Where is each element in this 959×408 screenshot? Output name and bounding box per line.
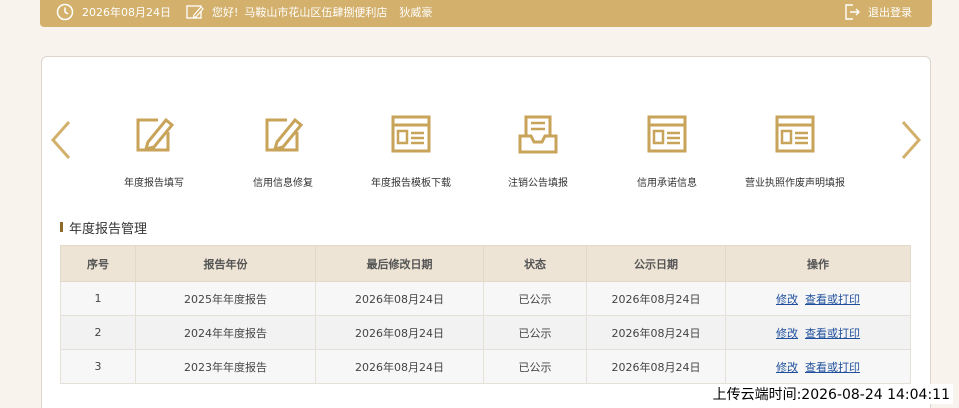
logout-icon — [844, 3, 860, 21]
user-section: 您好! 马鞍山市花山区伍肆捌便利店 狄威豪 — [186, 0, 432, 24]
user-name: 狄威豪 — [399, 6, 433, 19]
view-print-link[interactable]: 查看或打印 — [805, 361, 860, 374]
logout-button[interactable]: 退出登录 — [844, 0, 912, 24]
section-marker — [60, 222, 63, 232]
cell-modified: 2026年08月24日 — [315, 281, 484, 316]
cell-status: 已公示 — [483, 349, 587, 384]
chevron-right-icon — [901, 121, 922, 159]
cell-modified: 2026年08月24日 — [315, 349, 484, 384]
menu-item-label: 信用承诺信息 — [637, 178, 697, 189]
clock-icon — [56, 3, 74, 21]
table-header-row: 序号 报告年份 最后修改日期 状态 公示日期 操作 — [60, 245, 911, 282]
column-header-modified: 最后修改日期 — [315, 245, 484, 282]
table-row: 2 2024年年度报告 2026年08月24日 已公示 2026年08月24日 … — [60, 315, 911, 350]
table-row: 1 2025年年度报告 2026年08月24日 已公示 2026年08月24日 … — [60, 281, 911, 316]
cell-actions: 修改 查看或打印 — [725, 349, 911, 384]
menu-item-label: 年度报告模板下载 — [371, 178, 451, 189]
column-header-year: 报告年份 — [135, 245, 316, 282]
cell-year: 2023年年度报告 — [135, 349, 316, 384]
menu-item-cancellation-notice[interactable]: 注销公告填报 — [478, 112, 598, 189]
store-name: 马鞍山市花山区伍肆捌便利店 — [244, 6, 388, 19]
table-row: 3 2023年年度报告 2026年08月24日 已公示 2026年08月24日 … — [60, 349, 911, 384]
carousel-next-button[interactable] — [900, 120, 922, 164]
menu-item-label: 营业执照作废声明填报 — [745, 178, 845, 189]
cell-published: 2026年08月24日 — [586, 315, 726, 350]
date-section: 2026年08月24日 — [56, 0, 171, 24]
pen-edit-icon — [265, 117, 304, 152]
column-header-status: 状态 — [483, 245, 587, 282]
edit-link[interactable]: 修改 — [776, 361, 798, 374]
pen-edit-icon — [136, 117, 175, 152]
top-bar: 2026年08月24日 您好! 马鞍山市花山区伍肆捌便利店 狄威豪 退出登录 — [40, 0, 932, 27]
cell-year: 2025年年度报告 — [135, 281, 316, 316]
document-template-icon — [391, 115, 431, 153]
carousel-prev-button[interactable] — [50, 120, 72, 164]
document-template-icon — [775, 115, 815, 153]
edit-link[interactable]: 修改 — [776, 293, 798, 306]
document-template-icon — [647, 115, 687, 153]
upload-time: 上传云端时间:2026-08-24 14:04:11 — [709, 384, 953, 404]
chevron-left-icon — [50, 121, 71, 159]
logout-label: 退出登录 — [868, 6, 912, 19]
menu-item-label: 年度报告填写 — [124, 178, 184, 189]
menu-item-license-void-statement[interactable]: 营业执照作废声明填报 — [735, 112, 855, 189]
menu-item-credit-commitment[interactable]: 信用承诺信息 — [607, 112, 727, 189]
profile-edit-icon — [186, 4, 204, 20]
cell-actions: 修改 查看或打印 — [725, 315, 911, 350]
cell-index: 2 — [60, 315, 136, 350]
cell-actions: 修改 查看或打印 — [725, 281, 911, 316]
menu-item-label: 注销公告填报 — [508, 178, 568, 189]
view-print-link[interactable]: 查看或打印 — [805, 293, 860, 306]
greeting: 您好! — [212, 6, 239, 19]
view-print-link[interactable]: 查看或打印 — [805, 327, 860, 340]
inbox-document-icon — [518, 115, 558, 154]
header-date: 2026年08月24日 — [82, 6, 171, 19]
menu-item-template-download[interactable]: 年度报告模板下载 — [351, 112, 471, 189]
column-header-published: 公示日期 — [586, 245, 726, 282]
cell-status: 已公示 — [483, 281, 587, 316]
column-header-actions: 操作 — [725, 245, 911, 282]
cell-modified: 2026年08月24日 — [315, 315, 484, 350]
column-header-index: 序号 — [60, 245, 136, 282]
edit-link[interactable]: 修改 — [776, 327, 798, 340]
cell-year: 2024年年度报告 — [135, 315, 316, 350]
cell-published: 2026年08月24日 — [586, 281, 726, 316]
cell-published: 2026年08月24日 — [586, 349, 726, 384]
section-title-text: 年度报告管理 — [69, 221, 148, 237]
section-title: 年度报告管理 — [60, 219, 148, 237]
menu-item-credit-repair[interactable]: 信用信息修复 — [223, 112, 343, 189]
menu-item-annual-report-fill[interactable]: 年度报告填写 — [94, 112, 214, 189]
cell-index: 1 — [60, 281, 136, 316]
cell-status: 已公示 — [483, 315, 587, 350]
cell-index: 3 — [60, 349, 136, 384]
annual-report-table: 序号 报告年份 最后修改日期 状态 公示日期 操作 1 2025年年度报告 20… — [60, 245, 911, 384]
menu-item-label: 信用信息修复 — [253, 178, 313, 189]
